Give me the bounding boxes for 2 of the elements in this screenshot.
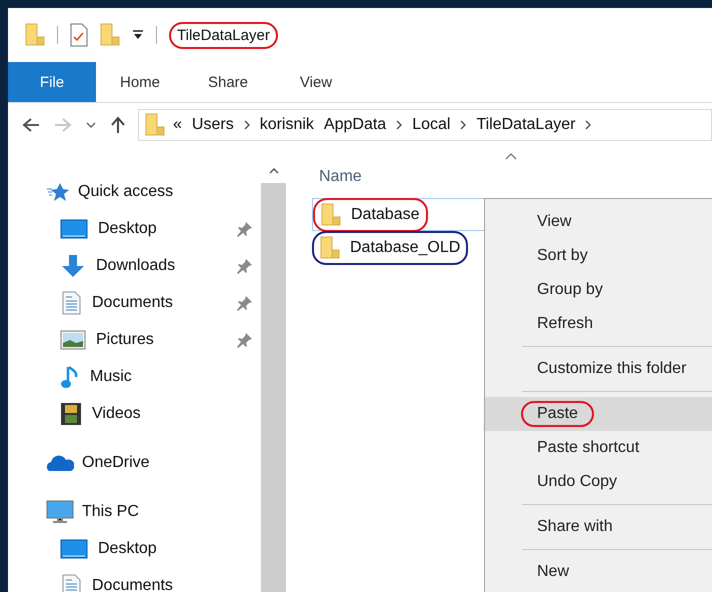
window-title: TileDataLayer <box>177 26 270 44</box>
menu-item-label: Paste <box>537 405 578 423</box>
